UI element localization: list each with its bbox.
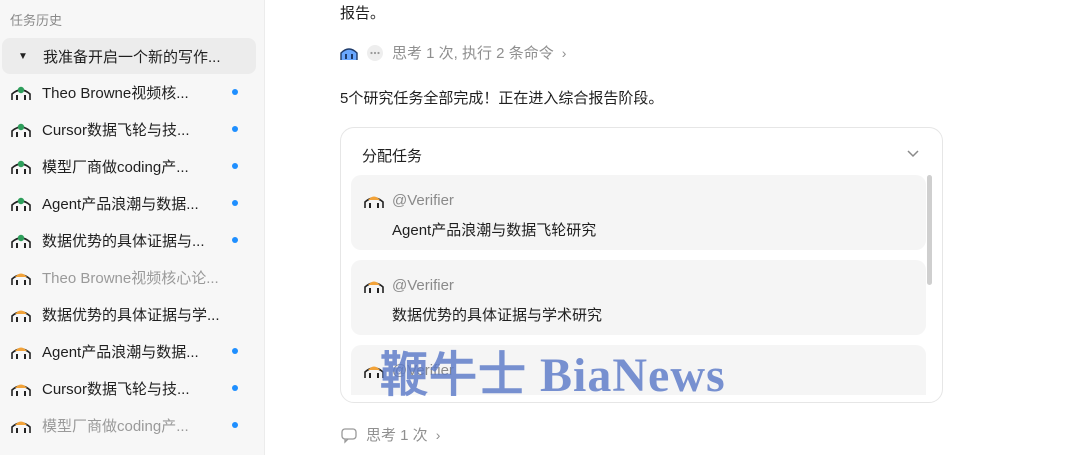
task-item-label: 模型厂商做coding产... (42, 159, 189, 176)
chevron-right-icon: › (561, 44, 567, 61)
report-text: 报告。 (340, 5, 386, 22)
sidebar: 任务历史 ▼ 我准备开启一个新的写作... Theo Browne视频核... … (0, 0, 265, 455)
agent-green-icon (11, 86, 31, 100)
task-item[interactable]: Theo Browne视频核... (0, 74, 265, 111)
chat-bubble-icon (340, 426, 358, 444)
task-item-label: 数据优势的具体证据与... (42, 233, 205, 250)
task-item-label: Agent产品浪潮与数据... (42, 196, 199, 213)
watermark-logo: 鞭牛士 BiaNews (380, 349, 726, 402)
task-item-label: 模型厂商做coding产... (42, 418, 189, 435)
unread-dot (232, 237, 238, 243)
agent-green-icon (11, 197, 31, 211)
agent-orange-icon (11, 421, 31, 433)
chevron-down-icon[interactable] (906, 146, 920, 160)
agent-mention: @Verifier (392, 277, 454, 294)
task-item-label: Theo Browne视频核... (42, 85, 189, 102)
agent-orange-icon (364, 196, 384, 208)
think-summary-bottom[interactable]: 思考 1 次 › (340, 424, 440, 445)
task-item[interactable]: 数据优势的具体证据与... (0, 222, 265, 259)
agent-avatar-icon (340, 44, 358, 62)
unread-dot (232, 163, 238, 169)
task-item-label: Theo Browne视频核心论... (42, 270, 219, 287)
agent-orange-icon (364, 281, 384, 293)
sidebar-title: 任务历史 (10, 13, 63, 28)
chevron-right-icon: › (435, 426, 441, 443)
task-item-label: Cursor数据飞轮与技... (42, 122, 190, 139)
think-summary-top[interactable]: 思考 1 次, 执行 2 条命令 › (340, 42, 566, 63)
task-item[interactable]: 数据优势的具体证据与学... (0, 296, 265, 333)
task-item[interactable]: Cursor数据飞轮与技... (0, 370, 265, 407)
task-item-label: Agent产品浪潮与数据... (42, 344, 199, 361)
subtask-item[interactable]: @Verifier 数据优势的具体证据与学术研究 (351, 260, 926, 335)
unread-dot (232, 200, 238, 206)
subtask-description: 数据优势的具体证据与学术研究 (392, 307, 603, 324)
task-item[interactable]: 模型厂商做coding产... (0, 148, 265, 185)
status-message: 5个研究任务全部完成！正在进入综合报告阶段。 (340, 90, 664, 107)
task-item-label: 数据优势的具体证据与学... (42, 307, 220, 324)
task-item-label: Cursor数据飞轮与技... (42, 381, 190, 398)
unread-dot (232, 422, 238, 428)
task-history-list: ▼ 我准备开启一个新的写作... Theo Browne视频核... Curso… (0, 38, 265, 444)
agent-green-icon (11, 160, 31, 174)
agent-orange-icon (11, 273, 31, 285)
card-title: 分配任务 (362, 148, 423, 165)
agent-orange-icon (11, 384, 31, 396)
task-item[interactable]: 模型厂商做coding产... (0, 407, 265, 444)
task-item-label: 我准备开启一个新的写作... (43, 48, 221, 66)
task-item[interactable]: Theo Browne视频核心论... (0, 259, 265, 296)
agent-orange-icon (11, 347, 31, 359)
unread-dot (232, 348, 238, 354)
subtask-description: Agent产品浪潮与数据飞轮研究 (392, 222, 597, 239)
agent-orange-icon (11, 310, 31, 322)
unread-dot (232, 126, 238, 132)
task-item[interactable]: Cursor数据飞轮与技... (0, 111, 265, 148)
think-summary-text: 思考 1 次 (366, 427, 428, 444)
subtask-item[interactable]: @Verifier Agent产品浪潮与数据飞轮研究 (351, 175, 926, 250)
task-item-current[interactable]: ▼ 我准备开启一个新的写作... (2, 38, 256, 74)
task-item[interactable]: Agent产品浪潮与数据... (0, 185, 265, 222)
unread-dot (232, 89, 238, 95)
caret-down-icon[interactable]: ▼ (13, 51, 33, 62)
agent-green-icon (11, 123, 31, 137)
more-dots-icon (366, 44, 384, 62)
agent-green-icon (11, 234, 31, 248)
think-summary-text: 思考 1 次, 执行 2 条命令 (392, 45, 554, 62)
task-item[interactable]: Agent产品浪潮与数据... (0, 333, 265, 370)
agent-mention: @Verifier (392, 192, 454, 209)
scrollbar-thumb[interactable] (927, 175, 932, 285)
unread-dot (232, 385, 238, 391)
